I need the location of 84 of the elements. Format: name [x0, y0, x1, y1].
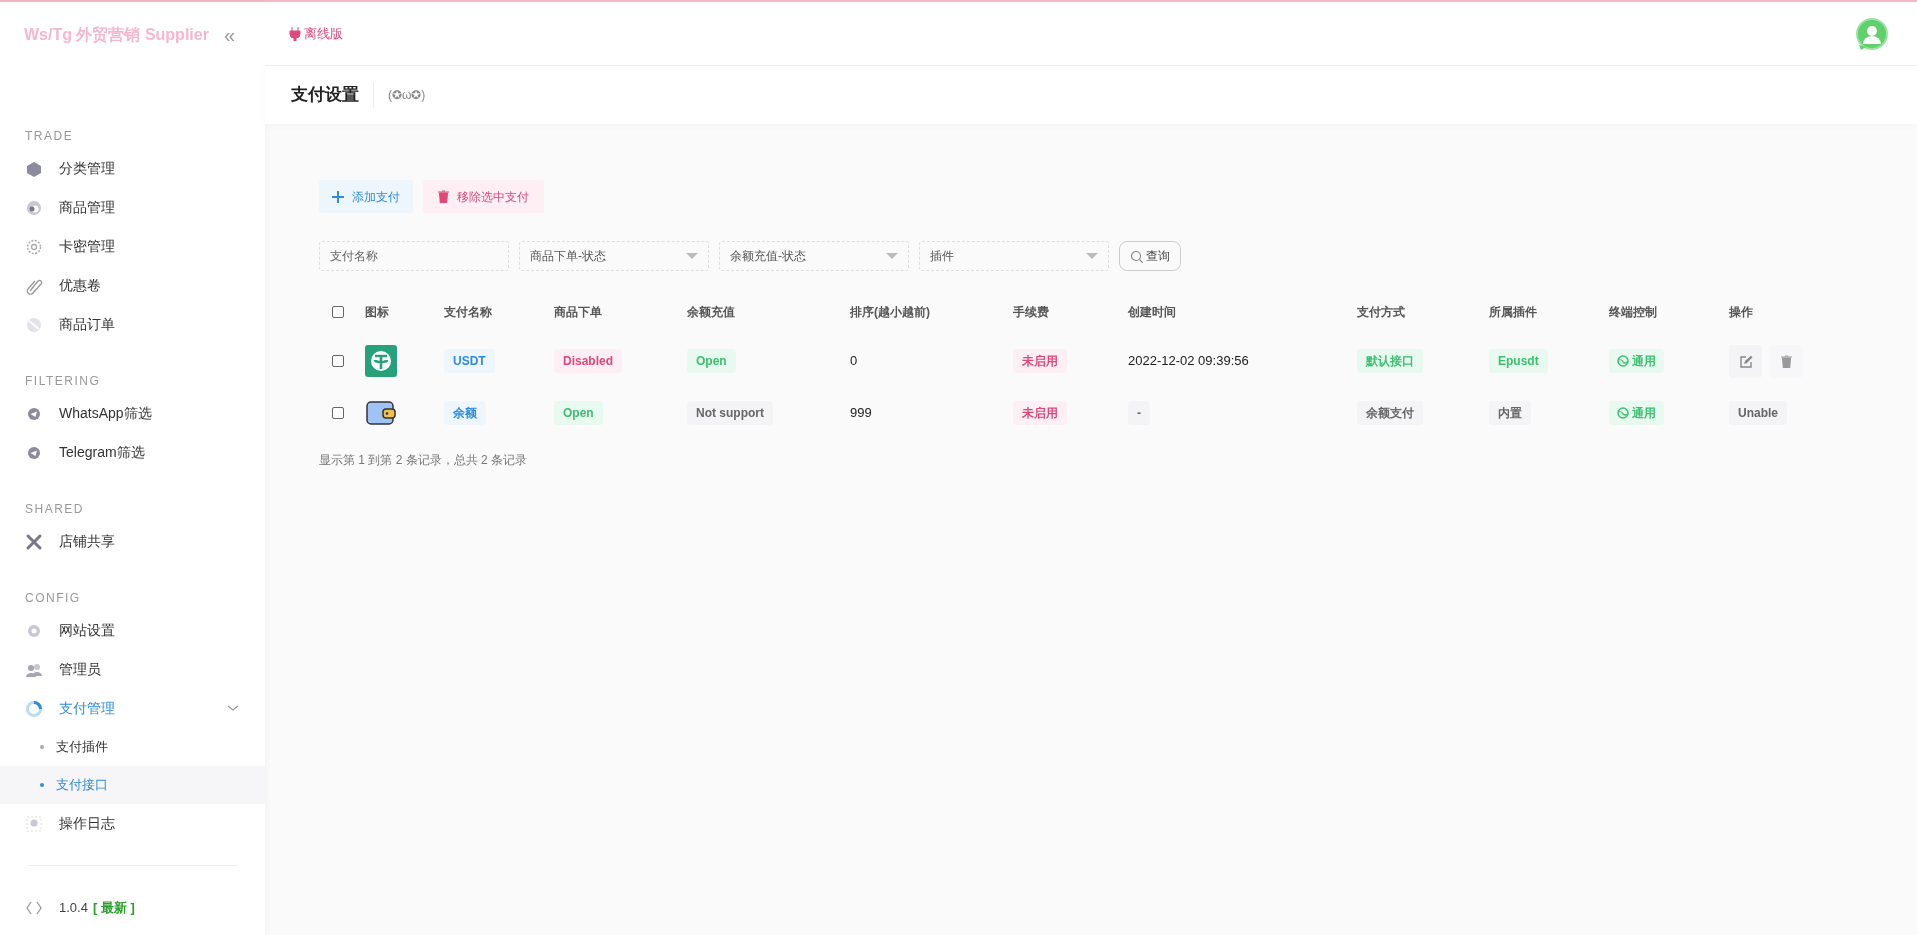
column-header: 操作 — [1729, 305, 1753, 319]
cross-icon — [25, 532, 43, 551]
page-title: 支付设置 — [291, 82, 374, 108]
remove-selected-button[interactable]: 移除选中支付 — [423, 180, 544, 213]
nav-item[interactable]: 店铺共享 — [59, 531, 115, 552]
tether-logo-icon — [365, 345, 397, 377]
filter-dropdown[interactable]: 商品下单-状态 — [519, 241, 709, 271]
nav-subitem[interactable]: 支付插件 — [56, 737, 108, 757]
payment-name-badge: 余额 — [444, 401, 486, 425]
terminal-badge: 通用 — [1609, 401, 1664, 425]
column-header: 手续费 — [1013, 305, 1049, 319]
checkbox[interactable] — [332, 355, 344, 367]
action-status-badge: Unable — [1729, 401, 1787, 425]
checkbox[interactable] — [332, 407, 344, 419]
gear-icon — [25, 237, 43, 256]
payment-method-badge: 余额支付 — [1357, 401, 1423, 425]
fee-status-badge: 未启用 — [1013, 401, 1067, 425]
section-heading: TRADE — [24, 128, 75, 145]
section-heading: CONFIG — [24, 590, 82, 607]
column-header: 所属插件 — [1489, 305, 1537, 319]
bullet-icon — [40, 783, 44, 787]
payment-name-badge: USDT — [444, 349, 495, 373]
bullet-icon — [40, 745, 44, 749]
dropdown-arrow-icon — [1086, 253, 1098, 259]
edit-button[interactable] — [1729, 344, 1762, 378]
record-summary: 显示第 1 到第 2 条记录，总共 2 条记录 — [319, 452, 529, 469]
nav-item[interactable]: WhatsApp筛选 — [59, 403, 152, 424]
trash-icon — [1781, 354, 1792, 368]
column-header: 排序(越小越前) — [850, 305, 930, 319]
recharge-status-badge: Not support — [687, 401, 773, 425]
nav-item[interactable]: 卡密管理 — [59, 236, 115, 257]
plugin-name-badge: Epusdt — [1489, 349, 1548, 373]
chevron-icon[interactable] — [227, 705, 239, 712]
dropdown-arrow-icon — [686, 253, 698, 259]
column-header: 支付名称 — [444, 305, 492, 319]
dropdown-arrow-icon — [886, 253, 898, 259]
order-status-badge: Open — [554, 401, 603, 425]
sort-value: 0 — [850, 353, 858, 369]
column-header: 图标 — [365, 305, 389, 319]
column-header: 创建时间 — [1128, 305, 1176, 319]
filter-dropdown[interactable]: 插件 — [919, 241, 1109, 271]
plug-icon — [289, 26, 301, 41]
column-header: 余额充值 — [687, 305, 735, 319]
plus-icon — [332, 190, 344, 203]
created-time: 2022-12-02 09:39:56 — [1128, 353, 1249, 369]
column-header: 商品下单 — [554, 305, 602, 319]
created-time-badge: - — [1128, 401, 1150, 425]
nav-item[interactable]: 商品管理 — [59, 197, 115, 218]
plugin-name-badge: 内置 — [1489, 401, 1531, 425]
nav-item[interactable]: 优惠卷 — [59, 275, 101, 296]
column-header: 终端控制 — [1609, 305, 1657, 319]
nav-item[interactable]: 支付管理 — [59, 698, 115, 719]
filter-dropdown[interactable]: 余额充值-状态 — [719, 241, 909, 271]
fee-status-badge: 未启用 — [1013, 349, 1067, 373]
section-heading: SHARED — [24, 501, 85, 518]
wallet-icon — [365, 398, 397, 428]
nav-item[interactable]: 分类管理 — [59, 158, 115, 179]
checkbox[interactable] — [332, 306, 344, 318]
offline-mode-link[interactable]: 离线版 — [289, 23, 343, 44]
page-subtitle: (✪ω✪) — [388, 87, 426, 104]
version-number: 1.0.4 — [59, 899, 88, 918]
brand-title: Ws/Tg 外贸营销 Supplier — [24, 25, 209, 46]
edit-icon — [1738, 354, 1753, 368]
avatar-icon[interactable] — [1855, 16, 1889, 51]
terminal-badge: 通用 — [1609, 349, 1664, 373]
ring-icon — [25, 699, 43, 718]
search-button[interactable]: 查询 — [1119, 241, 1181, 271]
column-header: 支付方式 — [1357, 305, 1405, 319]
nav-item[interactable]: 操作日志 — [59, 813, 115, 834]
cube-icon — [25, 159, 43, 178]
trash-icon — [438, 190, 449, 203]
search-icon — [1130, 249, 1143, 263]
nav-item[interactable]: 管理员 — [59, 659, 101, 680]
nav-item[interactable]: 商品订单 — [59, 314, 115, 335]
nav-item[interactable]: Telegram筛选 — [59, 442, 145, 463]
payment-method-badge: 默认接口 — [1357, 349, 1423, 373]
version-status: [ 最新 ] — [92, 899, 135, 918]
nav-item[interactable]: 网站设置 — [59, 620, 115, 641]
code-icon — [25, 899, 43, 917]
recharge-status-badge: Open — [687, 349, 736, 373]
section-heading: FILTERING — [24, 373, 102, 390]
sort-value: 999 — [850, 405, 872, 421]
name-search-field[interactable]: 支付名称 — [319, 241, 509, 271]
order-status-badge: Disabled — [554, 349, 622, 373]
